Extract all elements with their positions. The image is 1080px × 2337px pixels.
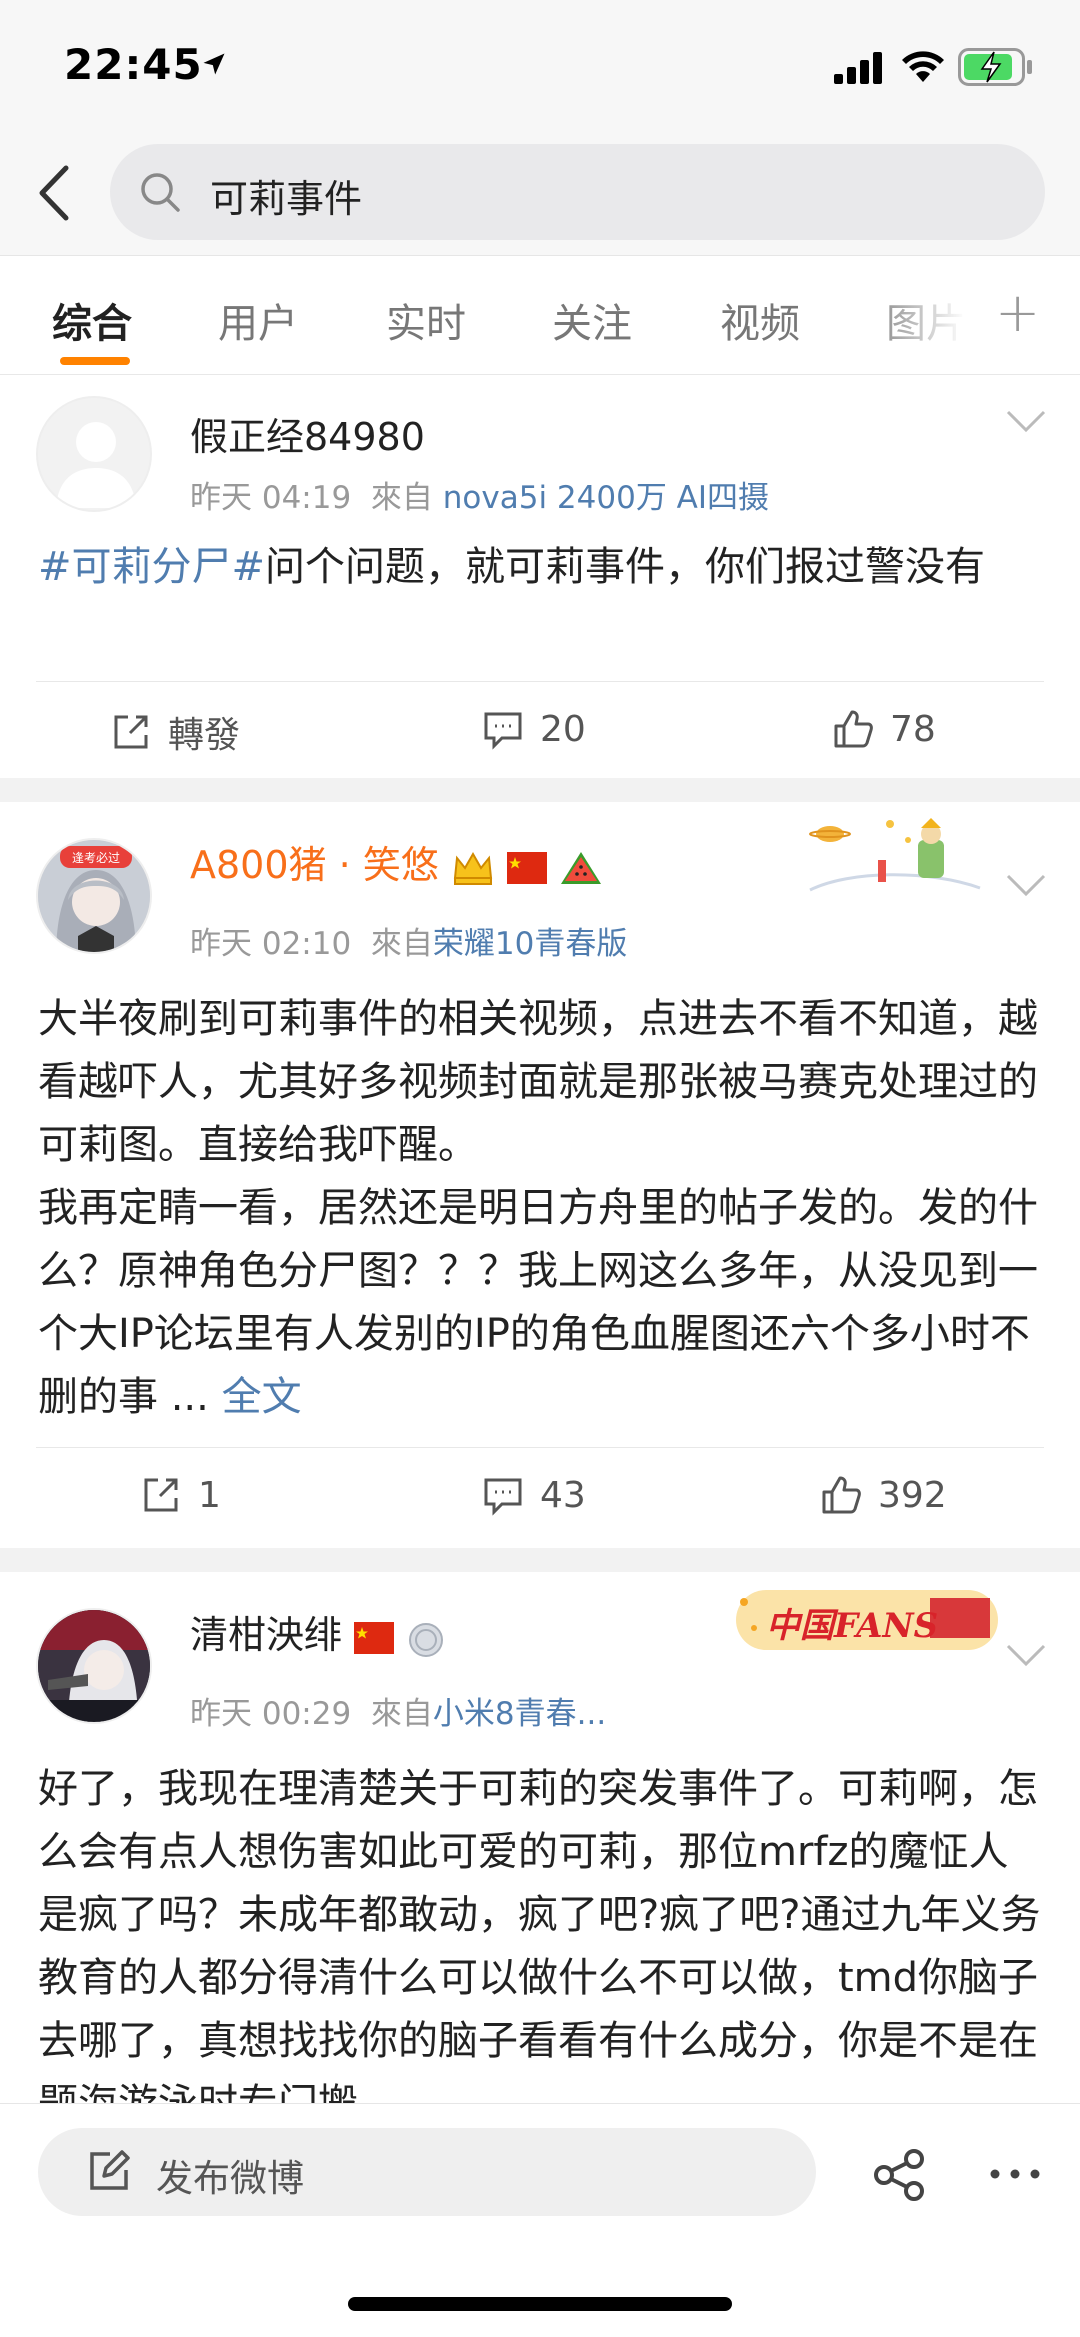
comment-icon [484, 712, 522, 750]
post-text: 好了，我现在理清楚关于可莉的突发事件了。可莉啊，怎么会有点人想伤害如此可爱的可莉… [38, 1766, 1041, 2103]
compose-post-button[interactable]: 发布微博 [38, 2128, 816, 2216]
post-time: 昨天 02:10 [190, 926, 352, 962]
crown-badge-icon [453, 851, 492, 885]
tab-users[interactable]: 用户 [218, 291, 298, 349]
post-time: 昨天 04:19 [190, 480, 352, 516]
repost-label: 轉發 [168, 715, 241, 756]
post-text-content: 问个问题，就可莉事件，你们报过警没有 [265, 544, 986, 590]
post-source[interactable]: nova5i 2400万 AI四摄 [443, 480, 769, 516]
thumbs-up-icon [834, 710, 873, 748]
compose-label: 发布微博 [156, 2157, 304, 2200]
feed-post[interactable]: 清柑泱绯 昨天 00:29 來自小米8青春... 中国FANS 好了，我现在理清… [0, 1572, 1080, 2103]
like-button[interactable]: 392 [818, 1472, 947, 1518]
post-source[interactable]: 荣耀10青春版 [433, 926, 627, 962]
post-source[interactable]: 小米8青春... [433, 1696, 606, 1732]
add-tab-button[interactable]: + [995, 281, 1040, 344]
username-text: 清柑泱绯 [190, 1613, 343, 1657]
search-header: 可莉事件 [0, 130, 1080, 256]
post-meta: 昨天 04:19 來自 nova5i 2400万 AI四摄 [190, 472, 769, 517]
cellular-signal-icon [834, 52, 882, 84]
china-flag-icon [354, 1621, 395, 1654]
source-prefix: 來自 [370, 480, 433, 516]
china-fans-card-decoration: 中国FANS [730, 1578, 1002, 1658]
post-meta: 昨天 00:29 來自小米8青春... [190, 1688, 606, 1733]
more-options-icon[interactable] [988, 2164, 1042, 2184]
repost-icon [144, 1478, 178, 1512]
repost-count: 1 [198, 1474, 221, 1516]
status-bar: 22:45 [0, 0, 1080, 130]
thumbs-up-icon [822, 1476, 861, 1514]
divider [36, 681, 1044, 682]
home-indicator[interactable] [348, 2297, 732, 2311]
battery-charging-icon [958, 48, 1032, 86]
post-text: #可莉分尸#问个问题，就可莉事件，你们报过警没有 [38, 536, 1048, 599]
search-input[interactable]: 可莉事件 [110, 144, 1045, 240]
tab-comprehensive[interactable]: 综合 [52, 291, 132, 349]
tab-following[interactable]: 关注 [552, 291, 632, 349]
feed-post[interactable]: 假正经84980 昨天 04:19 來自 nova5i 2400万 AI四摄 #… [0, 376, 1080, 776]
post-separator [0, 778, 1080, 802]
watermelon-icon [561, 851, 602, 884]
tab-fade [860, 257, 1010, 374]
username[interactable]: 清柑泱绯 [190, 1604, 446, 1659]
post-separator [0, 1548, 1080, 1572]
share-icon[interactable] [872, 2148, 926, 2202]
like-count: 392 [878, 1474, 947, 1516]
chevron-down-icon[interactable] [1004, 870, 1048, 900]
source-prefix: 來自 [370, 1696, 433, 1732]
full-text-link[interactable]: 全文 [222, 1374, 302, 1420]
comment-count: 20 [540, 708, 586, 750]
like-count: 78 [890, 708, 936, 750]
username[interactable]: 假正经84980 [190, 406, 425, 461]
like-button[interactable]: 78 [830, 706, 936, 752]
wifi-icon [902, 51, 944, 82]
svg-text:逢考必过: 逢考必过 [72, 851, 120, 865]
avatar[interactable] [36, 1608, 152, 1724]
search-icon [141, 173, 180, 212]
little-prince-card-decoration [809, 818, 981, 892]
tab-videos[interactable]: 视频 [720, 291, 800, 349]
post-paragraph: 大半夜刷到可莉事件的相关视频，点进去不看不知道，越看越吓人，尤其好多视频封面就是… [38, 996, 1038, 1168]
china-fans-badge-text: 中国FANS [766, 1606, 939, 1646]
feed-post[interactable]: 逢考必过 A800猪 · 笑悠 昨天 02:10 來自荣耀10青春版 大半夜刷到… [0, 802, 1080, 1548]
avatar[interactable] [36, 396, 152, 512]
comment-count: 43 [540, 1474, 586, 1516]
post-paragraph-text: 我再定睛一看，居然还是明日方舟里的帖子发的。发的什么？原神角色分尸图？？？我上网… [38, 1185, 1038, 1420]
comment-button[interactable]: 20 [480, 706, 586, 752]
repost-button[interactable]: 1 [138, 1472, 221, 1518]
tab-realtime[interactable]: 实时 [386, 291, 466, 349]
tab-bar: 综合 用户 实时 关注 视频 图片 + [0, 257, 1080, 375]
default-avatar-icon [56, 422, 136, 508]
anime-avatar-image: 逢考必过 [38, 840, 150, 952]
avatar[interactable]: 逢考必过 [36, 838, 152, 954]
repost-button[interactable]: 轉發 [108, 706, 240, 758]
post-meta: 昨天 02:10 來自荣耀10青春版 [190, 918, 627, 963]
china-flag-icon [506, 851, 547, 884]
post-paragraph: 我再定睛一看，居然还是明日方舟里的帖子发的。发的什么？原神角色分尸图？？？我上网… [38, 1177, 1048, 1429]
chevron-down-icon[interactable] [1004, 406, 1048, 436]
username-text: A800猪 · 笑悠 [190, 843, 439, 887]
post-time: 昨天 00:29 [190, 1696, 352, 1732]
anime-avatar-image [38, 1610, 150, 1722]
repost-icon [114, 715, 148, 749]
active-tab-indicator [60, 357, 130, 365]
post-text: 大半夜刷到可莉事件的相关视频，点进去不看不知道，越看越吓人，尤其好多视频封面就是… [38, 988, 1048, 1429]
back-arrow-icon[interactable] [30, 160, 80, 226]
silver-medal-icon [409, 1622, 444, 1657]
username[interactable]: A800猪 · 笑悠 [190, 834, 603, 889]
search-query: 可莉事件 [210, 177, 363, 221]
status-time: 22:45 [64, 40, 203, 89]
divider [36, 1447, 1044, 1448]
edit-icon [90, 2150, 130, 2190]
source-prefix: 來自 [370, 926, 433, 962]
location-arrow-icon [203, 53, 225, 75]
chevron-down-icon[interactable] [1004, 1640, 1048, 1670]
hashtag[interactable]: #可莉分尸# [38, 544, 265, 590]
comment-button[interactable]: 43 [480, 1472, 586, 1518]
comment-icon [484, 1478, 522, 1516]
